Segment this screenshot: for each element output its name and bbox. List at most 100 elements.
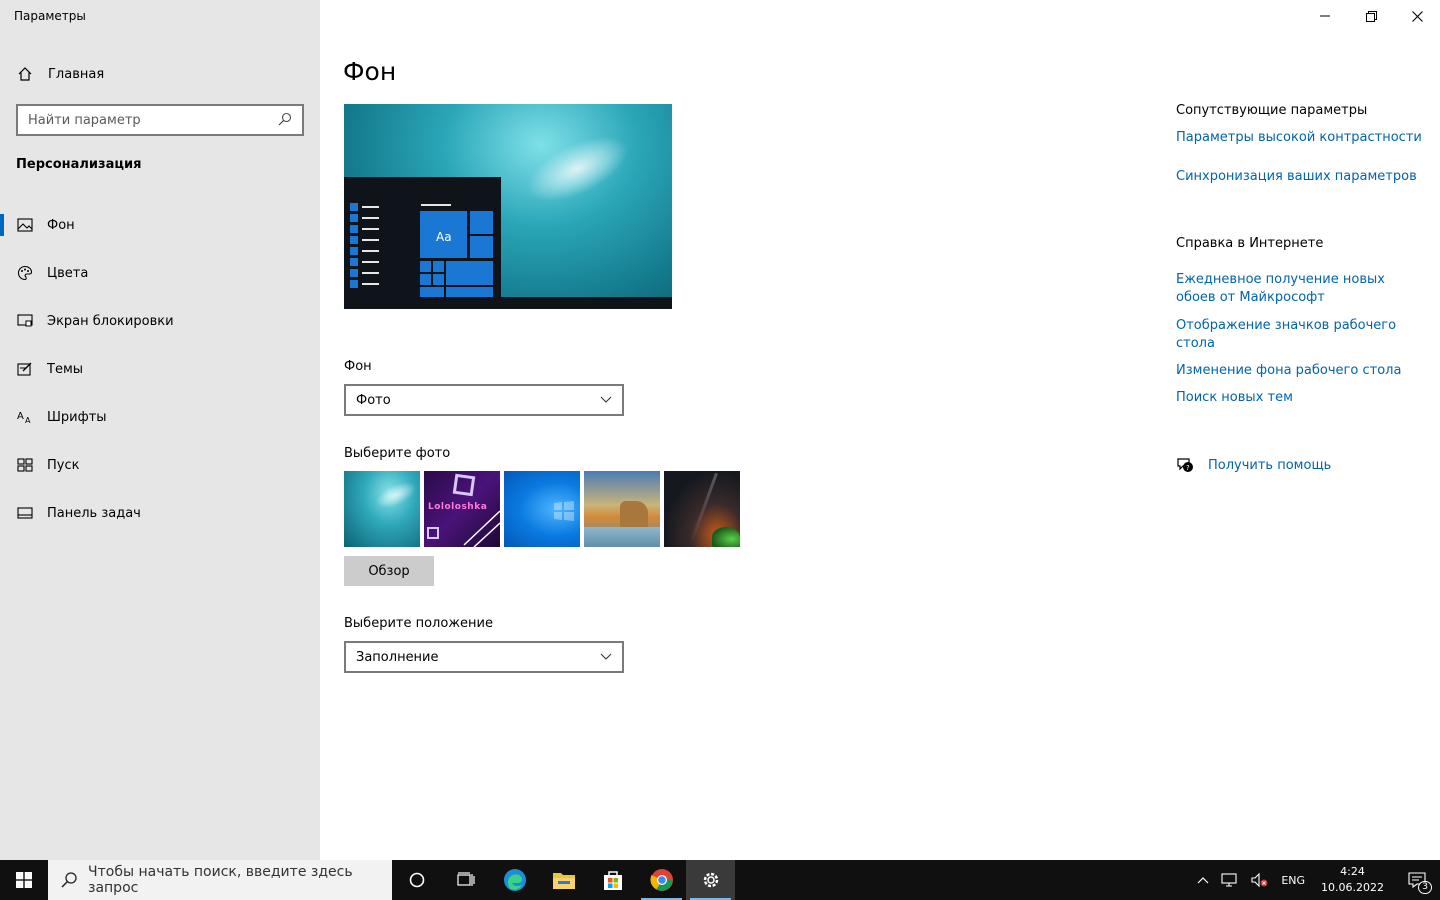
- clock-time: 4:24: [1340, 865, 1365, 878]
- svg-text:A: A: [25, 416, 31, 424]
- chat-help-icon: ?: [1176, 456, 1194, 474]
- search-input[interactable]: [28, 112, 278, 128]
- sidebar-item-label: Фон: [47, 217, 75, 233]
- notification-count-badge: 3: [1418, 881, 1432, 894]
- sidebar-item-fonts[interactable]: AA Шрифты: [0, 393, 320, 441]
- file-explorer-button[interactable]: [539, 860, 588, 900]
- clock[interactable]: 4:24 10.06.2022: [1311, 860, 1394, 900]
- sidebar-item-label: Шрифты: [47, 409, 107, 425]
- window-controls: [1302, 0, 1440, 32]
- photo-thumbnail-windows[interactable]: [504, 471, 580, 547]
- background-type-value: Фото: [356, 392, 391, 408]
- preview-tile: [433, 261, 444, 272]
- get-help-link[interactable]: ? Получить помощь: [1176, 456, 1331, 474]
- system-tray: ENG 4:24 10.06.2022 3: [1191, 860, 1440, 900]
- browse-button[interactable]: Обзор: [344, 556, 434, 586]
- restore-button[interactable]: [1348, 0, 1394, 32]
- sidebar-item-taskbar[interactable]: Панель задач: [0, 489, 320, 537]
- taskbar-icon: [16, 504, 34, 522]
- preview-app-list: [350, 203, 380, 293]
- choose-photo-label: Выберите фото: [344, 446, 451, 461]
- position-dropdown[interactable]: Заполнение: [344, 641, 624, 673]
- picture-icon: [16, 216, 34, 234]
- windows-logo-icon: [16, 872, 32, 888]
- cortana-button[interactable]: [392, 860, 441, 900]
- language-indicator[interactable]: ENG: [1275, 860, 1311, 900]
- thumbnail-text: Lololoshka: [428, 502, 488, 512]
- sidebar-nav: Фон Цвета Экран блокировки Темы AA Шрифт…: [0, 201, 320, 537]
- app-title: Параметры: [14, 9, 86, 23]
- desktop-icons-link[interactable]: Отображение значков рабочего стола: [1176, 317, 1426, 353]
- page-title: Фон: [343, 57, 397, 86]
- action-center-button[interactable]: 3: [1394, 860, 1440, 900]
- chevron-up-icon: [1197, 877, 1209, 884]
- background-preview: Aa: [344, 104, 672, 309]
- find-themes-link[interactable]: Поиск новых тем: [1176, 389, 1426, 407]
- related-settings-heading: Сопутствующие параметры: [1176, 103, 1368, 118]
- photo-thumbnails: Lololoshka: [344, 471, 740, 547]
- home-link[interactable]: Главная: [16, 62, 104, 86]
- task-view-button[interactable]: [441, 860, 490, 900]
- get-help-label: Получить помощь: [1208, 457, 1332, 473]
- home-label: Главная: [48, 66, 105, 82]
- edge-taskbar-button[interactable]: [490, 860, 539, 900]
- position-label: Выберите положение: [344, 616, 493, 631]
- minimize-button[interactable]: [1302, 0, 1348, 32]
- chrome-icon: [649, 869, 673, 891]
- settings-taskbar-button[interactable]: [686, 860, 735, 900]
- start-button[interactable]: [0, 860, 48, 900]
- sidebar: Параметры Главная Персонализация Фон Цве…: [0, 0, 320, 860]
- sidebar-item-background[interactable]: Фон: [0, 201, 320, 249]
- chevron-down-icon: [600, 653, 612, 660]
- start-icon: [16, 456, 34, 474]
- online-help-heading: Справка в Интернете: [1176, 236, 1324, 251]
- show-hidden-icons-button[interactable]: [1191, 860, 1215, 900]
- preview-tile: [420, 261, 431, 272]
- fonts-icon: AA: [16, 408, 34, 426]
- background-type-dropdown[interactable]: Фото: [344, 384, 624, 416]
- chrome-taskbar-button[interactable]: [637, 860, 686, 900]
- gear-icon: [703, 872, 718, 888]
- photo-thumbnail-neon[interactable]: Lololoshka: [424, 471, 500, 547]
- palette-icon: [16, 264, 34, 282]
- home-icon: [16, 65, 34, 83]
- preview-tile: [470, 236, 493, 258]
- sidebar-item-themes[interactable]: Темы: [0, 345, 320, 393]
- preview-tile: [470, 211, 493, 234]
- preview-taskbar: [344, 297, 672, 309]
- network-icon: [1221, 873, 1237, 887]
- chevron-down-icon: [600, 396, 612, 403]
- preview-tile: [420, 287, 444, 297]
- cortana-icon: [409, 872, 424, 888]
- taskbar-search[interactable]: Чтобы начать поиск, введите здесь запрос: [48, 860, 392, 900]
- minimize-icon: [1320, 15, 1330, 17]
- change-background-link[interactable]: Изменение фона рабочего стола: [1176, 362, 1426, 380]
- sidebar-item-label: Пуск: [47, 457, 80, 473]
- photo-thumbnail-underwater[interactable]: [344, 471, 420, 547]
- photo-thumbnail-beach[interactable]: [584, 471, 660, 547]
- sync-settings-link[interactable]: Синхронизация ваших параметров: [1176, 168, 1426, 186]
- photo-thumbnail-night-sky[interactable]: [664, 471, 740, 547]
- store-button[interactable]: [588, 860, 637, 900]
- lock-screen-icon: [16, 312, 34, 330]
- close-icon: [1411, 10, 1423, 22]
- search-icon[interactable]: [278, 111, 292, 130]
- sidebar-item-start[interactable]: Пуск: [0, 441, 320, 489]
- preview-tile: [446, 287, 493, 297]
- sidebar-item-colors[interactable]: Цвета: [0, 249, 320, 297]
- settings-search[interactable]: [16, 104, 304, 136]
- store-bag-icon: [603, 871, 622, 890]
- taskbar: Чтобы начать поиск, введите здесь запрос…: [0, 860, 1440, 900]
- sidebar-item-lock-screen[interactable]: Экран блокировки: [0, 297, 320, 345]
- position-value: Заполнение: [356, 649, 439, 665]
- network-button[interactable]: [1215, 860, 1245, 900]
- clock-date: 10.06.2022: [1321, 881, 1384, 894]
- sidebar-item-label: Темы: [47, 361, 84, 377]
- volume-button[interactable]: [1245, 860, 1275, 900]
- daily-wallpapers-link[interactable]: Ежедневное получение новых обоев от Майк…: [1176, 271, 1426, 307]
- edge-icon: [503, 869, 526, 891]
- taskbar-search-placeholder: Чтобы начать поиск, введите здесь запрос: [88, 864, 353, 896]
- background-type-label: Фон: [344, 359, 372, 374]
- high-contrast-link[interactable]: Параметры высокой контрастности: [1176, 129, 1426, 147]
- close-button[interactable]: [1394, 0, 1440, 32]
